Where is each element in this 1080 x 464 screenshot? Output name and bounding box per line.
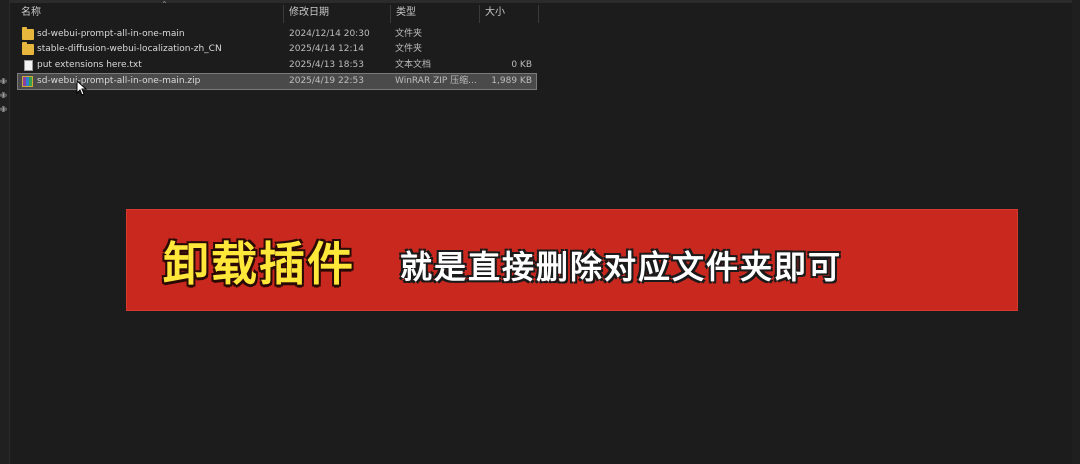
folder-icon xyxy=(22,42,34,55)
file-modified: 2025/4/14 12:14 xyxy=(289,44,364,54)
column-header-type[interactable]: 类型 xyxy=(391,3,479,23)
file-size: 1,989 KB xyxy=(491,76,532,86)
pin-icon[interactable]: ✙ xyxy=(0,78,7,86)
folder-icon xyxy=(22,27,34,40)
file-name: put extensions here.txt xyxy=(37,60,142,70)
file-row[interactable]: stable-diffusion-webui-localization-zh_C… xyxy=(18,42,536,57)
file-name: sd-webui-prompt-all-in-one-main.zip xyxy=(37,76,201,86)
file-row-selected[interactable]: sd-webui-prompt-all-in-one-main.zip 2025… xyxy=(17,73,537,90)
file-type: 文件夹 xyxy=(395,29,423,39)
file-name: stable-diffusion-webui-localization-zh_C… xyxy=(37,44,222,54)
caption-text: 就是直接删除对应文件夹即可 xyxy=(400,248,843,286)
column-header-modified[interactable]: 修改日期 xyxy=(284,3,390,23)
column-header-name[interactable]: 名称 xyxy=(16,3,283,23)
mouse-cursor-icon xyxy=(76,80,88,96)
file-modified: 2024/12/14 20:30 xyxy=(289,29,370,39)
file-row[interactable]: sd-webui-prompt-all-in-one-main 2024/12/… xyxy=(18,27,536,42)
file-modified: 2025/4/19 22:53 xyxy=(289,76,364,86)
file-modified: 2025/4/13 18:53 xyxy=(289,60,364,70)
column-divider[interactable] xyxy=(538,5,539,23)
caption-banner: 卸载插件 就是直接删除对应文件夹即可 xyxy=(126,209,1018,311)
file-type: 文本文档 xyxy=(395,60,432,70)
text-file-icon xyxy=(24,60,33,71)
file-type: 文件夹 xyxy=(395,44,423,54)
caption-highlight: 卸载插件 xyxy=(163,237,355,291)
zip-archive-icon xyxy=(22,76,33,87)
file-type: WinRAR ZIP 压缩... xyxy=(395,76,477,86)
file-row[interactable]: put extensions here.txt 2025/4/13 18:53 … xyxy=(18,58,536,73)
file-name: sd-webui-prompt-all-in-one-main xyxy=(37,29,185,39)
vertical-scrollbar[interactable] xyxy=(1072,0,1080,464)
pin-icon[interactable]: ✙ xyxy=(0,92,7,100)
column-header-size[interactable]: 大小 xyxy=(480,3,538,23)
file-size: 0 KB xyxy=(511,60,532,70)
navigation-pane[interactable]: ✙ ✙ ✙ xyxy=(0,0,10,464)
column-header-bar: ⌃ 名称 修改日期 类型 大小 xyxy=(16,0,540,23)
pin-icon[interactable]: ✙ xyxy=(0,106,7,114)
